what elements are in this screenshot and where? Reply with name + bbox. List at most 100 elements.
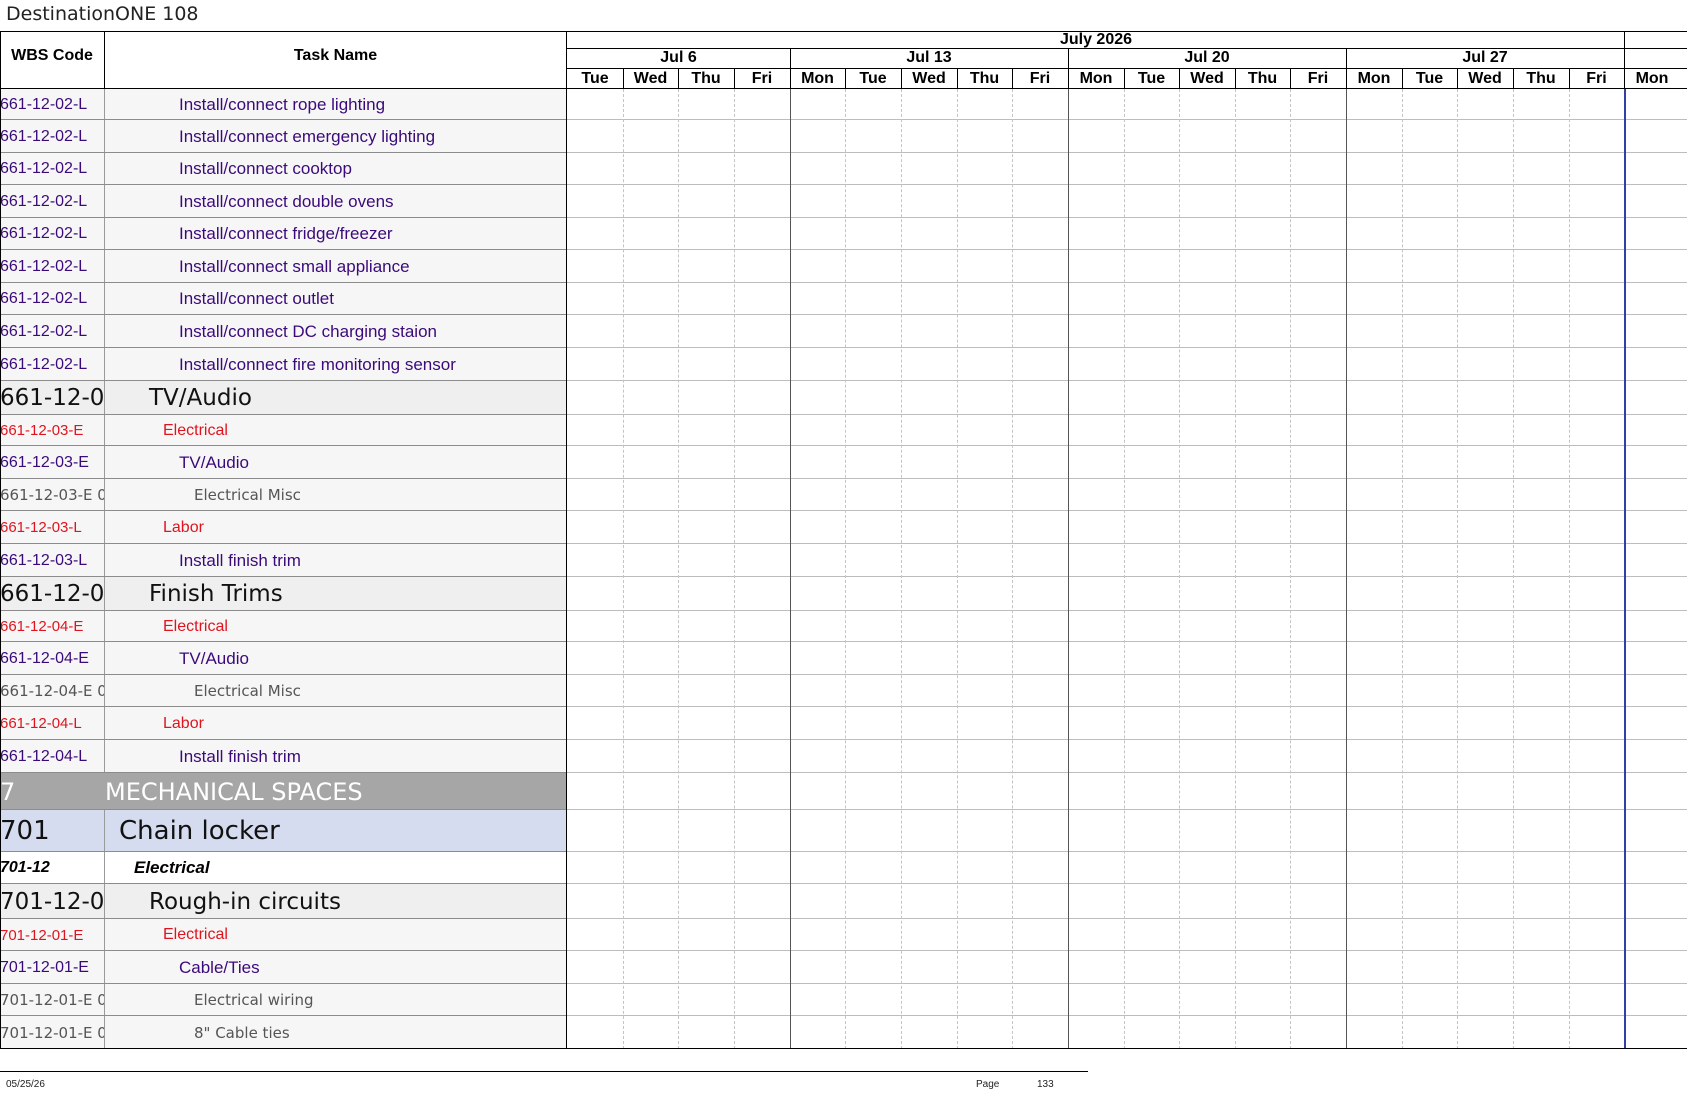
grid-line <box>901 68 902 89</box>
grid-line <box>104 31 105 89</box>
grid-line <box>104 984 105 1016</box>
grid-line <box>1402 68 1403 89</box>
task-name-cell: Install finish trim <box>179 550 301 570</box>
table-row[interactable]: 701-12-01-E Cable/Ties <box>0 951 566 984</box>
grid-line <box>104 951 105 984</box>
table-row[interactable]: 661-12-02-L Install/connect double ovens <box>0 185 566 218</box>
wbs-code-cell: 661-12-02-L <box>0 290 88 307</box>
day-header: Fri <box>1307 70 1329 87</box>
grid-line <box>1235 68 1236 89</box>
grid-line <box>0 31 1 89</box>
grid-line <box>104 1016 105 1049</box>
wbs-code-cell: 661-12-03 <box>0 385 104 411</box>
table-row[interactable]: 701-12-01-E Electrical <box>0 919 566 951</box>
grid-line <box>1235 89 1236 1049</box>
table-row[interactable]: 661-12-04 Finish Trims <box>0 577 566 611</box>
grid-line <box>104 675 105 707</box>
task-name-cell: Labor <box>163 518 204 536</box>
grid-line <box>1068 89 1069 1049</box>
day-header: Wed <box>912 70 946 87</box>
grid-line <box>1124 89 1125 1049</box>
task-name-cell: Cable/Ties <box>179 957 260 977</box>
table-row[interactable]: 661-12-03-E Electrical <box>0 415 566 446</box>
task-name-cell: Electrical <box>134 858 210 877</box>
space-row[interactable]: 701 Chain locker <box>0 810 566 852</box>
table-row[interactable]: 661-12-03 TV/Audio <box>0 381 566 415</box>
task-name-cell: TV/Audio <box>179 648 249 668</box>
grid-line <box>567 610 1687 611</box>
task-name-cell: Install finish trim <box>179 746 301 766</box>
wbs-code-cell: 661-12-02-L <box>0 160 88 177</box>
table-row[interactable]: 661-12-02-L Install/connect DC charging s… <box>0 315 566 348</box>
grid-line <box>1290 68 1291 89</box>
day-header: Mon <box>1357 70 1391 87</box>
grid-line <box>567 1015 1687 1016</box>
table-row[interactable]: 661-12-03-L Install finish trim <box>0 544 566 577</box>
grid-line <box>845 68 846 89</box>
day-header: Wed <box>1190 70 1224 87</box>
task-name-cell: Chain locker <box>119 816 280 846</box>
task-name-cell: Rough-in circuits <box>149 888 341 915</box>
grid-line <box>623 89 624 1049</box>
task-name-cell: Electrical wiring <box>194 991 314 1009</box>
grid-line <box>567 347 1687 348</box>
task-name-cell: Install/connect double ovens <box>179 191 394 211</box>
grid-line <box>104 852 105 884</box>
grid-line <box>678 89 679 1049</box>
table-row[interactable]: 661-12-03-E TV/Audio <box>0 446 566 479</box>
grid-line <box>1513 89 1514 1049</box>
day-header: Fri <box>1029 70 1051 87</box>
table-row[interactable]: 701-12 Electrical <box>0 852 566 884</box>
table-row[interactable]: 661-12-02-L Install/connect fridge/freeze… <box>0 218 566 250</box>
table-row[interactable]: 661-12-03-E 0 Electrical Misc <box>0 479 566 511</box>
task-column-header[interactable]: Task Name <box>105 48 566 64</box>
wbs-column-header[interactable]: WBS Code <box>0 48 104 64</box>
grid-line <box>104 740 105 773</box>
footer-page-number: 133 <box>1037 1079 1054 1090</box>
task-name-cell: Labor <box>163 714 204 732</box>
table-row[interactable]: 661-12-02-L Install/connect cooktop <box>0 153 566 185</box>
grid-line <box>567 576 1687 577</box>
day-header: Fri <box>751 70 773 87</box>
wbs-code-cell: 701-12-01 <box>0 888 104 915</box>
wbs-code-cell: 701-12-01-E <box>0 926 84 944</box>
wbs-code-cell: 7 <box>0 777 16 806</box>
footer-rule <box>0 1071 1088 1072</box>
table-row[interactable]: 661-12-02-L Install/connect emergency lig… <box>0 120 566 153</box>
grid-line <box>790 68 791 89</box>
grid-line <box>104 250 105 283</box>
day-header: Mon <box>1635 70 1669 87</box>
table-row[interactable]: 661-12-04-E 0 Electrical Misc <box>0 675 566 707</box>
table-row[interactable]: 661-12-04-L Labor <box>0 707 566 740</box>
table-row[interactable]: 661-12-02-L Install/connect rope lighting <box>0 89 566 120</box>
task-name-cell: TV/Audio <box>179 452 249 472</box>
grid-line <box>1012 68 1013 89</box>
table-row[interactable]: 661-12-04-E Electrical <box>0 611 566 642</box>
section-row[interactable]: 7 MECHANICAL SPACES <box>0 773 566 810</box>
grid-line <box>104 415 105 446</box>
grid-line <box>678 68 679 89</box>
grid-line <box>104 120 105 153</box>
wbs-code-cell: 661-12-02-L <box>0 225 88 242</box>
table-row[interactable]: 661-12-02-L Install/connect fire monitori… <box>0 348 566 381</box>
table-row[interactable]: 661-12-04-L Install finish trim <box>0 740 566 773</box>
table-row[interactable]: 661-12-02-L Install/connect small applian… <box>0 250 566 283</box>
task-name-cell: 8" Cable ties <box>194 1023 290 1042</box>
wbs-code-cell: 701-12-01-E 0 <box>0 1023 104 1042</box>
day-header: Thu <box>969 70 1000 87</box>
grid-line <box>1346 89 1347 1049</box>
table-row[interactable]: 661-12-04-E TV/Audio <box>0 642 566 675</box>
week-header: Jul 13 <box>906 49 952 66</box>
grid-line <box>790 48 791 68</box>
table-row[interactable]: 701-12-01-E 0 Electrical wiring <box>0 984 566 1016</box>
grid-line <box>567 478 1687 479</box>
grid-line <box>1624 68 1625 89</box>
grid-line <box>790 89 791 1049</box>
table-row[interactable]: 701-12-01 Rough-in circuits <box>0 884 566 919</box>
table-row[interactable]: 701-12-01-E 0 8" Cable ties <box>0 1016 566 1049</box>
document-title: DestinationONE 108 <box>6 3 199 25</box>
grid-line <box>1124 68 1125 89</box>
task-name-cell: Finish Trims <box>149 581 283 607</box>
table-row[interactable]: 661-12-02-L Install/connect outlet <box>0 283 566 315</box>
table-row[interactable]: 661-12-03-L Labor <box>0 511 566 544</box>
